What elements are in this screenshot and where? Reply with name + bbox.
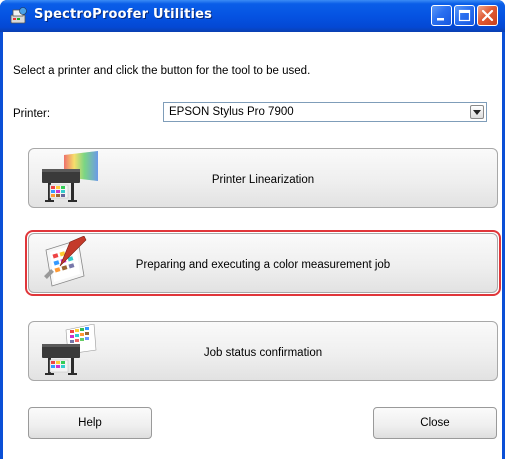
printer-linearization-button[interactable]: Printer Linearization [28,148,498,208]
minimize-icon [437,18,444,21]
printer-linearization-label: Printer Linearization [211,174,315,186]
printer-select[interactable]: EPSON Stylus Pro 7900 [163,102,487,122]
app-icon [10,7,27,24]
printer-label: Printer: [13,108,51,120]
dropdown-button[interactable] [470,105,484,119]
maximize-button[interactable] [454,5,475,26]
instruction-text: Select a printer and click the button fo… [13,65,311,77]
printer-select-value: EPSON Stylus Pro 7900 [169,106,294,118]
chevron-down-icon [473,110,481,115]
dialog-body: Select a printer and click the button fo… [3,32,502,459]
app-window: SpectroProofer Utilities Select a printe… [0,0,505,459]
close-button[interactable]: Close [373,407,497,439]
maximize-icon [458,9,471,22]
close-icon [481,9,494,22]
title-bar[interactable]: SpectroProofer Utilities [0,0,505,32]
job-status-confirmation-label: Job status confirmation [203,347,323,359]
minimize-button[interactable] [431,5,452,26]
close-window-button[interactable] [477,5,498,26]
focus-ring [25,230,501,296]
job-status-confirmation-button[interactable]: Job status confirmation [28,321,498,381]
window-title: SpectroProofer Utilities [34,7,213,22]
help-button[interactable]: Help [28,407,152,439]
